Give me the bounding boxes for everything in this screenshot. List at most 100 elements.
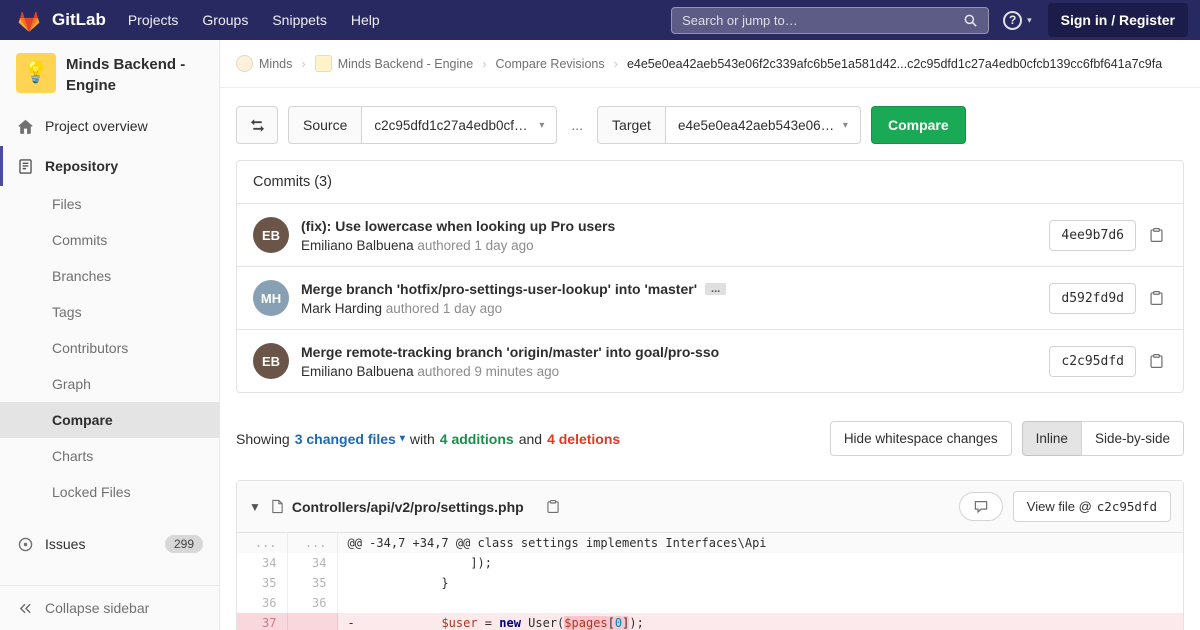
- diff-stats: Showing 3 changed files ▾ with 4 additio…: [236, 431, 620, 447]
- sidebar-item-graph[interactable]: Graph: [0, 366, 219, 402]
- old-line-number[interactable]: 34: [237, 553, 288, 573]
- code-token: );: [629, 616, 644, 630]
- copy-file-path-button[interactable]: [543, 496, 563, 517]
- copy-commit-sha-button[interactable]: [1146, 224, 1167, 246]
- target-branch-dropdown[interactable]: e4e5e0ea42aeb543e06f… ▾: [664, 106, 861, 144]
- diff-line-sign: -: [347, 616, 355, 630]
- commit-title: (fix): Use lowercase when looking up Pro…: [301, 218, 1033, 234]
- commit-title: Merge remote-tracking branch 'origin/mas…: [301, 344, 1033, 360]
- collapse-sidebar-button[interactable]: Collapse sidebar: [0, 585, 219, 630]
- sidebar-item-project-overview[interactable]: Project overview: [0, 106, 219, 146]
- commit-row: EB Merge remote-tracking branch 'origin/m…: [237, 330, 1183, 392]
- search-box[interactable]: [671, 6, 990, 34]
- commit-title-link[interactable]: Merge remote-tracking branch 'origin/mas…: [301, 344, 719, 360]
- copy-icon: [1150, 228, 1163, 242]
- chevron-down-icon: ▾: [842, 119, 848, 131]
- commit-sha-link[interactable]: 4ee9b7d6: [1049, 219, 1136, 251]
- issues-icon: [16, 535, 34, 553]
- sidebar: 💡 Minds Backend - Engine Project overvie…: [0, 40, 220, 630]
- side-by-side-view-button[interactable]: Side-by-side: [1080, 421, 1184, 456]
- commit-author-link[interactable]: Emiliano Balbuena: [301, 364, 414, 379]
- collapse-diff-icon[interactable]: ▼: [249, 500, 261, 514]
- code-token: new: [499, 616, 521, 630]
- sidebar-project-header[interactable]: 💡 Minds Backend - Engine: [0, 40, 219, 106]
- compare-button[interactable]: Compare: [870, 106, 966, 144]
- help-menu[interactable]: ? ▾: [1003, 10, 1032, 30]
- nav-link-snippets[interactable]: Snippets: [260, 0, 338, 40]
- inline-view-button[interactable]: Inline: [1021, 421, 1082, 456]
- new-line-number[interactable]: [287, 613, 338, 630]
- sidebar-item-tags[interactable]: Tags: [0, 294, 219, 330]
- diff-line-sign: [348, 596, 355, 610]
- commit-sha-link[interactable]: d592fd9d: [1049, 282, 1136, 314]
- compare-form: Source c2c95dfd1c27a4edb0cf… ▾ ... Targe…: [220, 88, 1200, 144]
- old-line-number[interactable]: 35: [237, 573, 288, 593]
- commit-title-link[interactable]: Merge branch 'hotfix/pro-settings-user-l…: [301, 281, 697, 297]
- sidebar-item-repository[interactable]: Repository: [0, 146, 219, 186]
- old-line-number[interactable]: 36: [237, 593, 288, 613]
- sidebar-item-files[interactable]: Files: [0, 186, 219, 222]
- diff-line-ctx: 35 35 }: [237, 573, 1183, 593]
- brand-name: GitLab: [52, 10, 106, 29]
- copy-commit-sha-button[interactable]: [1146, 287, 1167, 309]
- old-line-number[interactable]: 37: [237, 613, 288, 630]
- breadcrumb-group-link[interactable]: Minds: [259, 57, 292, 71]
- breadcrumb-project-link[interactable]: Minds Backend - Engine: [338, 57, 474, 71]
- sidebar-item-contributors[interactable]: Contributors: [0, 330, 219, 366]
- nav-link-groups[interactable]: Groups: [190, 0, 260, 40]
- changed-files-dropdown[interactable]: 3 changed files ▾: [295, 431, 405, 447]
- commit-row: MH Merge branch 'hotfix/pro-settings-user…: [237, 267, 1183, 330]
- nav-link-help[interactable]: Help: [339, 0, 392, 40]
- new-line-number[interactable]: 36: [287, 593, 338, 613]
- diff-file-header: ▼ Controllers/api/v2/pro/settings.php Vi…: [237, 481, 1183, 533]
- avatar[interactable]: MH: [253, 280, 289, 316]
- copy-commit-sha-button[interactable]: [1146, 350, 1167, 372]
- commit-sha-link[interactable]: c2c95dfd: [1049, 345, 1136, 377]
- sidebar-item-commits[interactable]: Commits: [0, 222, 219, 258]
- new-line-number[interactable]: ...: [287, 533, 338, 553]
- showing-label: Showing: [236, 430, 290, 447]
- source-label: Source: [288, 106, 362, 144]
- commit-title-link[interactable]: (fix): Use lowercase when looking up Pro…: [301, 218, 615, 234]
- source-input-group: Source c2c95dfd1c27a4edb0cf… ▾: [288, 106, 558, 144]
- commit-author-link[interactable]: Emiliano Balbuena: [301, 238, 414, 253]
- search-input[interactable]: [682, 12, 956, 28]
- sign-in-button[interactable]: Sign in / Register: [1047, 3, 1188, 37]
- breadcrumb-section-link[interactable]: Compare Revisions: [496, 57, 605, 71]
- sidebar-item-compare[interactable]: Compare: [0, 402, 219, 438]
- sidebar-item-branches[interactable]: Branches: [0, 258, 219, 294]
- breadcrumb-current-revisions: e4e5e0ea42aeb543e06f2c339afc6b5e1a581d42…: [626, 56, 1163, 71]
- code-token: [: [607, 616, 615, 630]
- diff-line-content: @@ -34,7 +34,7 @@ class settings impleme…: [337, 533, 1183, 553]
- gitlab-home-link[interactable]: GitLab: [16, 8, 106, 33]
- new-line-number[interactable]: 34: [287, 553, 338, 573]
- and-label: and: [518, 430, 543, 447]
- commit-authored-time: authored 1 day ago: [413, 237, 534, 253]
- nav-link-projects[interactable]: Projects: [116, 0, 191, 40]
- diff-line-ctx: 36 36: [237, 593, 1183, 613]
- diff-line-content: ]);: [337, 553, 1183, 573]
- new-line-number[interactable]: 35: [287, 573, 338, 593]
- avatar[interactable]: EB: [253, 217, 289, 253]
- sidebar-item-charts[interactable]: Charts: [0, 438, 219, 474]
- toggle-comments-button[interactable]: [958, 492, 1003, 521]
- commit-description-expander[interactable]: ...: [705, 282, 727, 295]
- commit-meta: Emiliano Balbuena authored 9 minutes ago: [301, 364, 1033, 379]
- hide-whitespace-button[interactable]: Hide whitespace changes: [829, 421, 1012, 456]
- source-branch-value: c2c95dfd1c27a4edb0cf…: [374, 117, 528, 133]
- avatar[interactable]: EB: [253, 343, 289, 379]
- sidebar-item-locked-files[interactable]: Locked Files: [0, 474, 219, 510]
- old-line-number[interactable]: ...: [237, 533, 288, 553]
- diff-summary: Showing 3 changed files ▾ with 4 additio…: [236, 421, 1184, 456]
- source-branch-dropdown[interactable]: c2c95dfd1c27a4edb0cf… ▾: [361, 106, 558, 144]
- commit-author-link[interactable]: Mark Harding: [301, 301, 382, 316]
- sidebar-nav: Project overview Repository Files Commits…: [0, 106, 219, 564]
- sidebar-item-issues[interactable]: Issues 299: [0, 524, 219, 564]
- chevron-down-icon: ▾: [399, 433, 405, 444]
- code-token: $user: [441, 616, 478, 630]
- file-path-link[interactable]: Controllers/api/v2/pro/settings.php: [292, 499, 524, 515]
- deletions-count: 4 deletions: [547, 430, 621, 447]
- swap-revisions-button[interactable]: [236, 106, 278, 144]
- view-file-button[interactable]: View file @ c2c95dfd: [1012, 491, 1171, 522]
- code-token: $pages: [564, 616, 608, 630]
